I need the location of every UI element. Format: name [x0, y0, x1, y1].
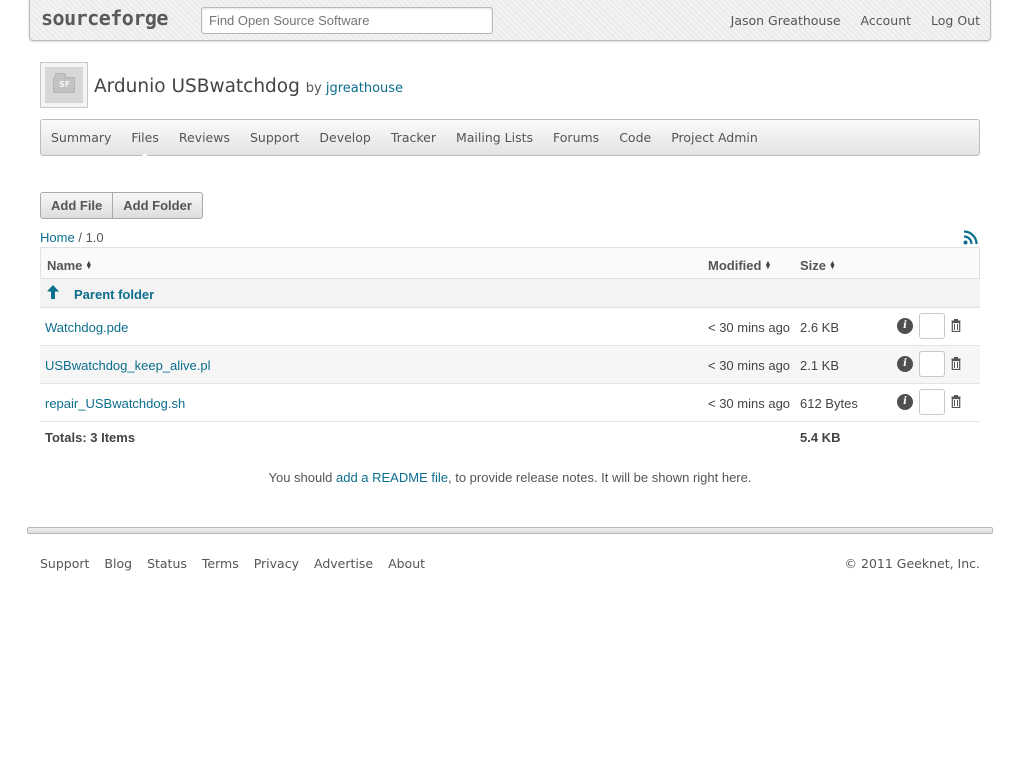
footer-divider — [27, 527, 993, 534]
trash-icon[interactable] — [951, 319, 961, 332]
footer-link-support[interactable]: Support — [40, 556, 89, 571]
site-header: sourceforge Jason Greathouse Account Log… — [29, 0, 991, 41]
breadcrumb: Home / 1.0 — [40, 230, 104, 245]
sourceforge-logo[interactable]: sourceforge — [41, 6, 168, 30]
readme-text-after: , to provide release notes. It will be s… — [447, 470, 752, 485]
tab-code[interactable]: Code — [619, 130, 651, 145]
tab-files[interactable]: Files — [131, 130, 159, 159]
totals-label: Totals: 3 Items — [45, 430, 136, 445]
account-link[interactable]: Account — [861, 13, 911, 28]
footer-link-about[interactable]: About — [388, 556, 425, 571]
table-row: USBwatchdog_keep_alive.pl < 30 mins ago … — [40, 346, 980, 384]
project-byline: by jgreathouse — [306, 81, 403, 96]
readme-notice: You should add a README file, to provide… — [0, 470, 1020, 485]
table-row: repair_USBwatchdog.sh < 30 mins ago 612 … — [40, 384, 980, 422]
info-icon[interactable]: i — [897, 394, 913, 410]
file-size: 2.6 KB — [800, 320, 840, 335]
column-header-modified[interactable]: Modified ▲ ▼ — [708, 258, 771, 273]
file-modified: < 30 mins ago — [708, 396, 791, 411]
file-modified: < 30 mins ago — [708, 358, 791, 373]
info-icon[interactable]: i — [897, 356, 913, 372]
project-author-link[interactable]: jgreathouse — [326, 81, 403, 96]
info-icon[interactable]: i — [897, 318, 913, 334]
project-icon-label: SF — [59, 80, 71, 89]
totals-row: Totals: 3 Items 5.4 KB — [40, 422, 980, 450]
footer-link-blog[interactable]: Blog — [104, 556, 132, 571]
parent-folder-link[interactable]: Parent folder — [74, 287, 154, 302]
row-checkbox[interactable] — [919, 313, 945, 339]
readme-text-before: You should — [268, 470, 336, 485]
copyright: © 2011 Geeknet, Inc. — [844, 556, 980, 571]
username-link[interactable]: Jason Greathouse — [731, 13, 841, 28]
add-readme-link[interactable]: add a README file — [336, 470, 448, 485]
parent-folder-row[interactable]: Parent folder — [40, 279, 980, 308]
tab-tracker[interactable]: Tracker — [391, 130, 436, 145]
sort-icon: ▲ ▼ — [764, 260, 772, 271]
column-header-name[interactable]: Name ▲ ▼ — [47, 258, 92, 273]
files-table: Name ▲ ▼ Modified ▲ ▼ Size ▲ ▼ Parent folder W… — [40, 247, 980, 450]
footer-link-privacy[interactable]: Privacy — [254, 556, 299, 571]
add-file-button[interactable]: Add File — [41, 193, 112, 218]
rss-feed-icon[interactable] — [963, 230, 978, 245]
project-icon[interactable]: SF — [40, 62, 88, 108]
trash-icon[interactable] — [951, 357, 961, 370]
file-name-link[interactable]: USBwatchdog_keep_alive.pl — [45, 358, 211, 373]
row-checkbox[interactable] — [919, 351, 945, 377]
project-tabs: Summary Files Reviews Support Develop Tr… — [40, 119, 980, 159]
arrow-up-icon — [47, 285, 59, 299]
tab-support[interactable]: Support — [250, 130, 299, 145]
trash-icon[interactable] — [951, 395, 961, 408]
totals-size: 5.4 KB — [800, 430, 841, 445]
file-name-link[interactable]: Watchdog.pde — [45, 320, 128, 335]
file-modified: < 30 mins ago — [708, 320, 791, 335]
sort-icon: ▲ ▼ — [85, 260, 93, 271]
row-checkbox[interactable] — [919, 389, 945, 415]
footer-links: Support Blog Status Terms Privacy Advert… — [40, 556, 425, 571]
footer-link-status[interactable]: Status — [147, 556, 187, 571]
file-name-link[interactable]: repair_USBwatchdog.sh — [45, 396, 185, 411]
tab-develop[interactable]: Develop — [319, 130, 370, 145]
search-input[interactable] — [201, 7, 493, 34]
breadcrumb-home[interactable]: Home — [40, 230, 75, 245]
breadcrumb-separator: / — [78, 230, 82, 245]
tab-reviews[interactable]: Reviews — [179, 130, 230, 145]
tab-forums[interactable]: Forums — [553, 130, 599, 145]
project-title: Ardunio USBwatchdog by jgreathouse — [94, 76, 403, 97]
logout-link[interactable]: Log Out — [931, 13, 980, 28]
footer-link-advertise[interactable]: Advertise — [314, 556, 373, 571]
tab-project-admin[interactable]: Project Admin — [671, 130, 758, 145]
user-links: Jason Greathouse Account Log Out — [731, 13, 980, 28]
file-size: 612 Bytes — [800, 396, 858, 411]
table-row: Watchdog.pde < 30 mins ago 2.6 KB i — [40, 308, 980, 346]
file-size: 2.1 KB — [800, 358, 840, 373]
sort-icon: ▲ ▼ — [829, 260, 836, 271]
footer-link-terms[interactable]: Terms — [202, 556, 239, 571]
breadcrumb-current: 1.0 — [85, 230, 104, 245]
by-label: by — [305, 81, 322, 96]
column-header-size[interactable]: Size ▲ ▼ — [800, 258, 836, 273]
file-actions: Add File Add Folder — [40, 192, 203, 219]
table-header: Name ▲ ▼ Modified ▲ ▼ Size ▲ ▼ — [40, 247, 980, 279]
project-name[interactable]: Ardunio USBwatchdog — [94, 76, 300, 97]
tab-mailing-lists[interactable]: Mailing Lists — [456, 130, 533, 145]
tab-summary[interactable]: Summary — [51, 130, 111, 145]
add-folder-button[interactable]: Add Folder — [112, 193, 202, 218]
folder-icon: SF — [45, 67, 83, 103]
